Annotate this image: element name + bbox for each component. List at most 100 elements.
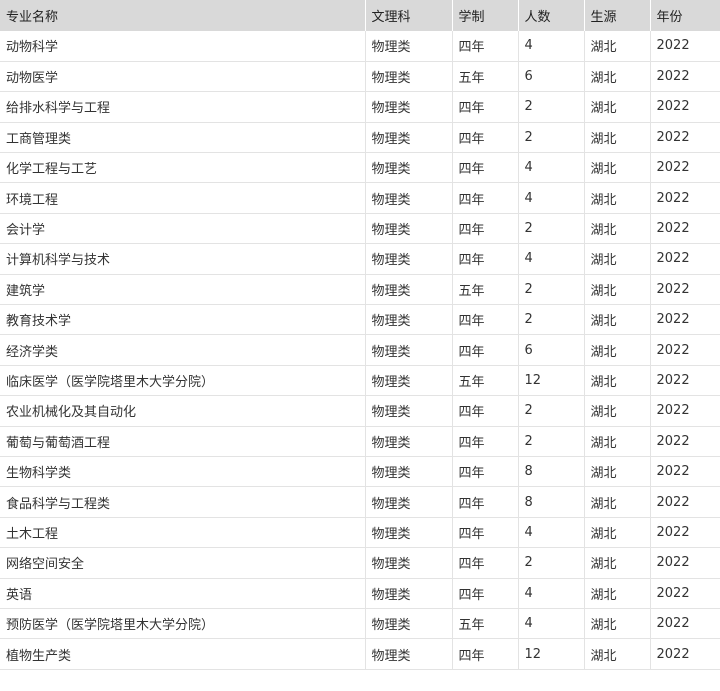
cell-duration: 四年 [452,547,519,579]
table-row: 土木工程 物理类 四年 4 湖北 2022 [0,517,720,549]
cell-duration: 四年 [452,304,519,336]
table-row: 经济学类 物理类 四年 6 湖北 2022 [0,334,720,366]
cell-major: 动物科学 [0,31,366,62]
table-row: 建筑学 物理类 五年 2 湖北 2022 [0,274,720,306]
cell-duration: 五年 [452,274,519,306]
cell-duration: 四年 [452,426,519,457]
cell-origin: 湖北 [584,547,651,579]
cell-year: 2022 [650,152,720,184]
cell-duration: 五年 [452,61,519,93]
cell-duration: 四年 [452,486,519,518]
cell-duration: 五年 [452,365,519,397]
cell-year: 2022 [650,243,720,275]
cell-major: 食品科学与工程类 [0,486,366,518]
cell-origin: 湖北 [584,578,651,609]
table-row: 教育技术学 物理类 四年 2 湖北 2022 [0,304,720,336]
table-row: 英语 物理类 四年 4 湖北 2022 [0,578,720,609]
cell-category: 物理类 [365,31,453,62]
cell-year: 2022 [650,334,720,366]
header-year: 年份 [650,0,720,31]
cell-duration: 四年 [452,31,519,62]
table-row: 给排水科学与工程 物理类 四年 2 湖北 2022 [0,91,720,123]
cell-duration: 五年 [452,608,519,640]
cell-category: 物理类 [365,365,453,397]
cell-origin: 湖北 [584,31,651,62]
cell-duration: 四年 [452,182,519,214]
cell-duration: 四年 [452,243,519,275]
cell-year: 2022 [650,213,720,245]
cell-origin: 湖北 [584,152,651,184]
table-row: 网络空间安全 物理类 四年 2 湖北 2022 [0,547,720,579]
cell-major: 葡萄与葡萄酒工程 [0,426,366,457]
table-row: 临床医学（医学院塔里木大学分院） 物理类 五年 12 湖北 2022 [0,365,720,397]
cell-origin: 湖北 [584,638,651,670]
cell-category: 物理类 [365,517,453,549]
cell-category: 物理类 [365,61,453,93]
table-body: 动物科学 物理类 四年 4 湖北 2022 动物医学 物理类 五年 6 湖北 2022 给排水科学与工程… [0,31,720,670]
cell-count: 8 [518,486,585,518]
cell-duration: 四年 [452,152,519,184]
cell-major: 给排水科学与工程 [0,91,366,123]
table-row: 会计学 物理类 四年 2 湖北 2022 [0,213,720,245]
cell-major: 网络空间安全 [0,547,366,579]
table-row: 工商管理类 物理类 四年 2 湖北 2022 [0,122,720,154]
cell-year: 2022 [650,274,720,306]
cell-year: 2022 [650,61,720,93]
cell-year: 2022 [650,365,720,397]
table-row: 葡萄与葡萄酒工程 物理类 四年 2 湖北 2022 [0,426,720,457]
cell-year: 2022 [650,91,720,123]
cell-origin: 湖北 [584,517,651,549]
cell-origin: 湖北 [584,91,651,123]
cell-major: 建筑学 [0,274,366,306]
cell-count: 12 [518,365,585,397]
cell-category: 物理类 [365,456,453,488]
cell-count: 2 [518,395,585,427]
cell-major: 预防医学（医学院塔里木大学分院） [0,608,366,640]
cell-year: 2022 [650,638,720,670]
cell-count: 6 [518,61,585,93]
cell-count: 2 [518,91,585,123]
header-category: 文理科 [365,0,453,31]
cell-major: 环境工程 [0,182,366,214]
cell-count: 2 [518,213,585,245]
header-count: 人数 [518,0,585,31]
cell-duration: 四年 [452,122,519,154]
cell-duration: 四年 [452,456,519,488]
cell-duration: 四年 [452,334,519,366]
cell-count: 2 [518,122,585,154]
cell-major: 临床医学（医学院塔里木大学分院） [0,365,366,397]
cell-origin: 湖北 [584,61,651,93]
table-row: 动物医学 物理类 五年 6 湖北 2022 [0,61,720,93]
table-row: 植物生产类 物理类 四年 12 湖北 2022 [0,638,720,670]
cell-category: 物理类 [365,608,453,640]
cell-major: 英语 [0,578,366,609]
cell-origin: 湖北 [584,608,651,640]
cell-duration: 四年 [452,638,519,670]
table-row: 农业机械化及其自动化 物理类 四年 2 湖北 2022 [0,395,720,427]
cell-category: 物理类 [365,91,453,123]
cell-year: 2022 [650,122,720,154]
cell-major: 工商管理类 [0,122,366,154]
cell-origin: 湖北 [584,274,651,306]
cell-category: 物理类 [365,152,453,184]
table-row: 化学工程与工艺 物理类 四年 4 湖北 2022 [0,152,720,184]
cell-category: 物理类 [365,304,453,336]
cell-count: 4 [518,578,585,609]
cell-category: 物理类 [365,486,453,518]
cell-duration: 四年 [452,517,519,549]
cell-category: 物理类 [365,274,453,306]
cell-year: 2022 [650,486,720,518]
cell-year: 2022 [650,578,720,609]
cell-count: 6 [518,334,585,366]
table-row: 生物科学类 物理类 四年 8 湖北 2022 [0,456,720,488]
table-row: 食品科学与工程类 物理类 四年 8 湖北 2022 [0,486,720,518]
cell-count: 4 [518,608,585,640]
cell-duration: 四年 [452,213,519,245]
cell-category: 物理类 [365,182,453,214]
cell-count: 4 [518,517,585,549]
cell-major: 经济学类 [0,334,366,366]
cell-count: 2 [518,274,585,306]
cell-year: 2022 [650,608,720,640]
cell-category: 物理类 [365,213,453,245]
table-row: 计算机科学与技术 物理类 四年 4 湖北 2022 [0,243,720,275]
